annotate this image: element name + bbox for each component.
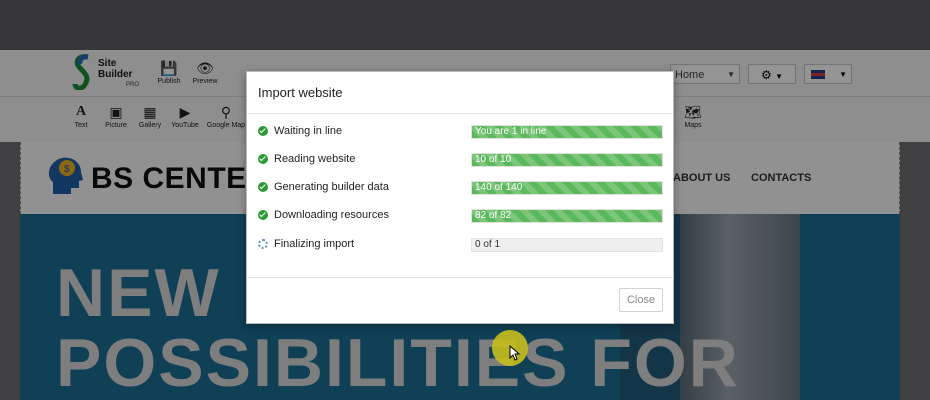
- progress-bar: 82 of 82: [471, 209, 663, 223]
- check-icon: [258, 126, 268, 136]
- progress-text: 82 of 82: [475, 210, 512, 221]
- divider: [247, 113, 673, 114]
- progress-text: 140 of 140: [475, 182, 523, 193]
- import-step: Waiting in line You are 1 in line: [247, 124, 673, 140]
- import-step: Downloading resources 82 of 82: [247, 208, 673, 224]
- check-icon: [258, 182, 268, 192]
- progress-text: 0 of 1: [475, 239, 501, 250]
- import-step: Finalizing import 0 of 1: [247, 237, 673, 253]
- check-icon: [258, 154, 268, 164]
- progress-bar: 10 of 10: [471, 153, 663, 167]
- step-name: Generating builder data: [274, 181, 389, 193]
- step-name: Downloading resources: [274, 209, 389, 221]
- import-website-dialog: Import website Waiting in line You are 1…: [246, 71, 674, 324]
- progress-text: 10 of 10: [475, 154, 512, 165]
- progress-text: You are 1 in line: [475, 126, 547, 137]
- step-name: Reading website: [274, 153, 356, 165]
- progress-bar: 0 of 1: [471, 238, 663, 252]
- import-step: Generating builder data 140 of 140: [247, 180, 673, 196]
- divider: [247, 277, 673, 278]
- mouse-cursor-icon: [509, 345, 521, 361]
- spinner-icon: [258, 239, 268, 249]
- dialog-title: Import website: [258, 85, 343, 100]
- import-step: Reading website 10 of 10: [247, 152, 673, 168]
- step-name: Waiting in line: [274, 125, 343, 137]
- step-name: Finalizing import: [274, 238, 355, 250]
- check-icon: [258, 210, 268, 220]
- progress-bar: You are 1 in line: [471, 125, 663, 139]
- close-button[interactable]: Close: [619, 288, 663, 312]
- progress-bar: 140 of 140: [471, 181, 663, 195]
